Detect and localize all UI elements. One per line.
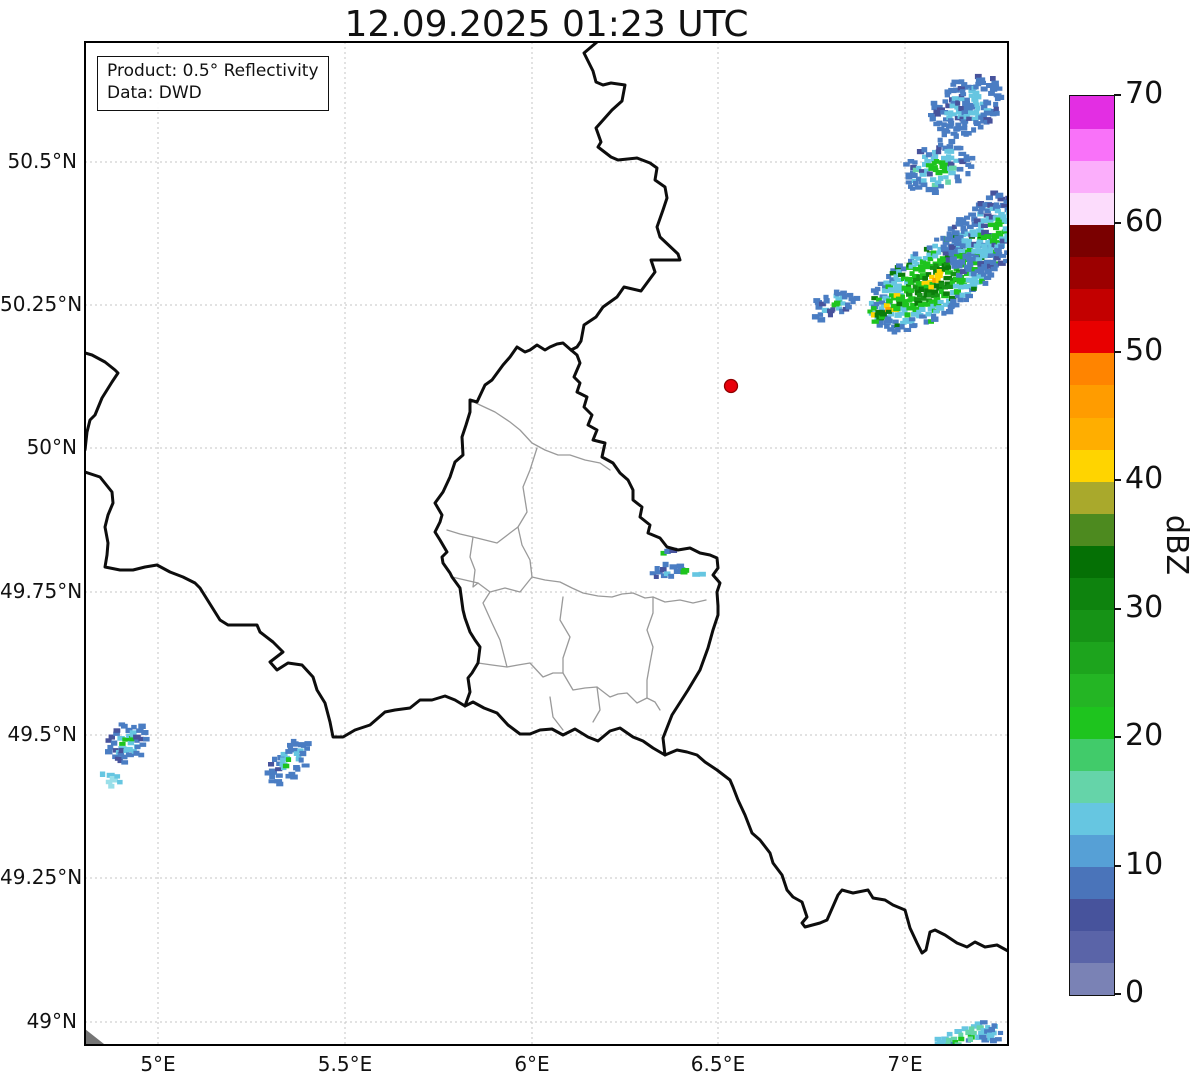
x-tick-label: 5.5°E	[317, 1052, 373, 1076]
nodata-wedge	[85, 1029, 104, 1044]
colorbar-segment	[1070, 449, 1114, 482]
y-tick-label: 50°N	[26, 435, 77, 459]
colorbar-tick-label: 20	[1125, 718, 1164, 754]
colorbar-segment	[1070, 417, 1114, 450]
colorbar-tick	[1114, 993, 1121, 995]
figure-title: 12.09.2025 01:23 UTC	[344, 4, 749, 45]
colorbar-segment	[1070, 706, 1114, 739]
colorbar-axis-label: dBZ	[1159, 514, 1195, 575]
colorbar-segment	[1070, 962, 1114, 996]
x-tick-label: 6.5°E	[690, 1052, 746, 1076]
cell-west-2	[99, 771, 123, 789]
map-canvas	[84, 41, 1009, 1046]
y-tick-label: 50.5°N	[7, 149, 78, 173]
cell-ne-1	[928, 73, 1005, 139]
colorbar-segment	[1070, 673, 1114, 707]
colorbar	[1069, 95, 1115, 996]
colorbar-tick-label: 40	[1125, 461, 1164, 497]
y-tick-label: 49.5°N	[7, 722, 78, 746]
x-tick-label: 7°E	[887, 1052, 923, 1076]
colorbar-segment	[1070, 481, 1114, 514]
colorbar-tick	[1114, 94, 1121, 96]
x-tick-label: 5°E	[140, 1052, 176, 1076]
colorbar-segment	[1070, 320, 1114, 354]
colorbar-segment	[1070, 256, 1114, 290]
cell-lux-4	[692, 571, 706, 577]
colorbar-segment	[1070, 577, 1114, 611]
band-ne	[941, 190, 1008, 278]
colorbar-segment	[1070, 96, 1114, 129]
colorbar-tick	[1114, 350, 1121, 353]
colorbar-tick-label: 70	[1125, 76, 1164, 111]
colorbar-segment	[1070, 834, 1114, 868]
colorbar-tick-label: 10	[1125, 846, 1164, 882]
colorbar-tick	[1114, 864, 1121, 867]
cell-lux-2	[649, 561, 686, 579]
cell-west-1	[105, 722, 150, 765]
colorbar-segment	[1070, 770, 1114, 803]
product-info-line1: Product: 0.5° Reflectivity	[107, 61, 319, 81]
colorbar-segment	[1070, 384, 1114, 418]
colorbar-segment	[1070, 930, 1114, 964]
colorbar-segment	[1070, 609, 1114, 643]
colorbar-tick	[1114, 607, 1121, 610]
colorbar-segment	[1070, 224, 1114, 258]
colorbar-tick-label: 50	[1125, 332, 1164, 368]
radar-echoes	[99, 73, 1008, 1045]
cell-west-3	[264, 738, 312, 787]
colorbar-segment	[1070, 192, 1114, 225]
colorbar-segment	[1070, 513, 1114, 546]
colorbar-tick	[1114, 736, 1121, 739]
cell-lux-3	[680, 568, 690, 575]
colorbar-segment	[1070, 641, 1114, 675]
product-info-line2: Data: DWD	[107, 83, 202, 104]
colorbar-segment	[1070, 802, 1114, 835]
station-marker	[723, 378, 739, 394]
cell-ne-2	[903, 137, 976, 195]
colorbar-segment	[1070, 352, 1114, 386]
country-borders	[85, 42, 1008, 955]
colorbar-segment	[1070, 160, 1114, 193]
x-tick-label: 6°E	[514, 1052, 550, 1076]
colorbar-segment	[1070, 866, 1114, 900]
colorbar-segment	[1070, 738, 1114, 771]
colorbar-tick	[1114, 222, 1121, 225]
y-tick-label: 49.75°N	[0, 579, 83, 603]
colorbar-segment	[1070, 545, 1114, 579]
y-tick-label: 49.25°N	[0, 865, 83, 889]
colorbar-tick	[1114, 479, 1121, 482]
colorbar-tick-label: 0	[1125, 975, 1145, 1010]
y-tick-label: 50.25°N	[0, 292, 83, 316]
colorbar-segment	[1070, 288, 1114, 322]
product-info-box: Product: 0.5° Reflectivity Data: DWD	[97, 56, 329, 111]
colorbar-tick-label: 30	[1125, 589, 1164, 625]
y-tick-label: 49°N	[26, 1009, 77, 1033]
colorbar-segment	[1070, 128, 1114, 161]
colorbar-segment	[1070, 898, 1114, 932]
colorbar-tick-label: 60	[1125, 204, 1164, 240]
cell-ne-3	[811, 289, 861, 323]
